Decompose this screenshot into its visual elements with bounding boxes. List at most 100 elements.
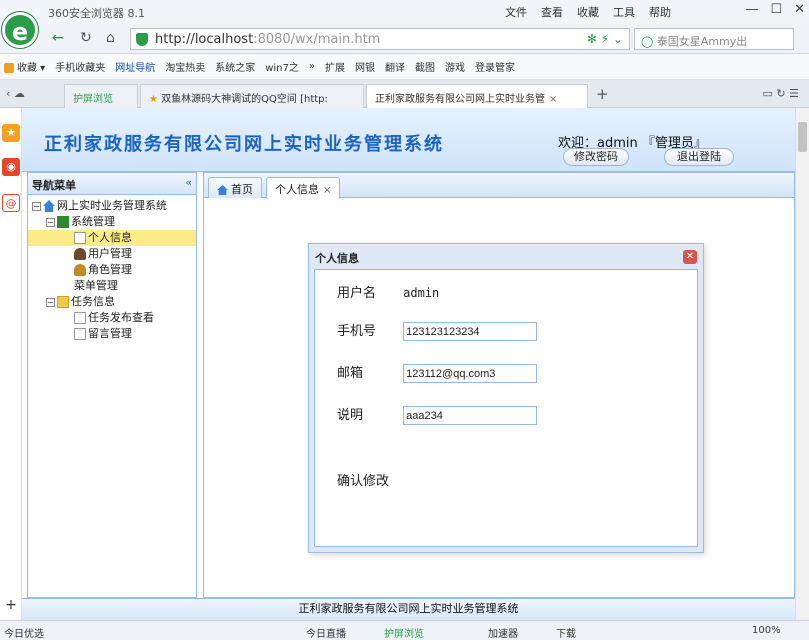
mail-icon[interactable]: @	[2, 194, 20, 212]
status-download[interactable]: 下载	[556, 625, 576, 640]
bookmarks-bar: 收藏 ▾ 手机收藏夹 网址导航 淘宝热卖 系统之家 win7之 » 扩展 网银 …	[0, 54, 809, 80]
phone-row: 手机号	[337, 320, 538, 341]
tree-item-users[interactable]: 用户管理	[28, 246, 196, 262]
system-title: 正利家政服务有限公司网上实时业务管理系统	[44, 134, 444, 155]
content-panel: 首页 个人信息× 个人信息 ✕ 用户名 admin 手机号 邮箱	[203, 172, 795, 598]
bookmark-screenshot[interactable]: 截图	[415, 59, 435, 74]
favorites-star-icon[interactable]: ★	[2, 124, 20, 142]
tab-home[interactable]: 首页	[208, 177, 262, 198]
tree-group-tasks[interactable]: − 任务信息	[28, 294, 196, 310]
menu-file[interactable]: 文件	[505, 4, 527, 20]
nav-panel-header: 导航菜单 «	[28, 173, 196, 195]
search-icon: ◯	[641, 35, 654, 48]
vertical-scrollbar[interactable]	[795, 108, 809, 620]
chevron-more-icon[interactable]: »	[309, 61, 315, 72]
close-icon[interactable]: ✕	[683, 250, 697, 264]
tree-toggle-icon[interactable]: −	[46, 217, 55, 227]
new-tab-icon[interactable]: +	[596, 85, 609, 103]
url-path: :8080/wx/main.htm	[253, 32, 381, 47]
email-label: 邮箱	[337, 366, 364, 381]
browser-tab-qq[interactable]: ★ 双鱼林源码大神调试的QQ空间 [http:	[140, 84, 364, 108]
file-icon	[74, 312, 86, 324]
menu-view[interactable]: 查看	[541, 4, 563, 20]
email-row: 邮箱	[337, 362, 538, 383]
dialog-title: 个人信息	[315, 252, 359, 265]
bookmark-bank[interactable]: 网银	[355, 59, 375, 74]
star-icon: ★	[149, 94, 158, 105]
profile-dialog: 个人信息 ✕ 用户名 admin 手机号 邮箱 说明	[308, 243, 704, 553]
bookmark-mobile[interactable]: 手机收藏夹	[55, 59, 105, 74]
status-today-picks[interactable]: 今日优选	[4, 625, 44, 640]
url-field[interactable]: http://localhost:8080/wx/main.htm ✻ ⚡ ⌄	[130, 28, 630, 50]
browser-logo-icon: e	[2, 12, 38, 48]
tree-group-system[interactable]: − 系统管理	[28, 214, 196, 230]
weibo-icon[interactable]: ◉	[2, 158, 20, 176]
change-password-button[interactable]: 修改密码	[563, 148, 629, 166]
username-value: admin	[403, 286, 440, 300]
back-icon[interactable]: ←	[52, 30, 64, 46]
close-tab-icon[interactable]: ×	[549, 94, 557, 105]
bookmark-favorites[interactable]: 收藏 ▾	[4, 59, 45, 74]
collapse-icon[interactable]: «	[185, 176, 192, 189]
address-bar: ← ↻ ⌂ http://localhost:8080/wx/main.htm …	[0, 24, 809, 54]
bookmark-taobao[interactable]: 淘宝热卖	[165, 59, 205, 74]
tab-profile[interactable]: 个人信息 ×	[266, 177, 341, 199]
bookmark-games[interactable]: 游戏	[445, 59, 465, 74]
page-footer: 正利家政服务有限公司网上实时业务管理系统	[22, 598, 795, 620]
tab-scroll-left-icon[interactable]: ‹ ☁	[6, 87, 25, 100]
status-eyecare[interactable]: 护屏浏览	[384, 625, 424, 640]
tree-toggle-icon[interactable]: −	[32, 201, 41, 211]
menu-favorites[interactable]: 收藏	[577, 4, 599, 20]
search-text: 泰国女星Ammy出	[656, 35, 748, 48]
search-field[interactable]: ◯ 泰国女星Ammy出	[634, 28, 794, 50]
note-label: 说明	[337, 408, 364, 423]
home-icon[interactable]: ⌂	[106, 30, 115, 46]
refresh-icon[interactable]: ↻	[80, 30, 92, 46]
bookmark-extensions[interactable]: 扩展	[325, 59, 345, 74]
minimize-icon[interactable]: —	[745, 2, 758, 17]
bookmark-translate[interactable]: 翻译	[385, 59, 405, 74]
close-tab-icon[interactable]: ×	[323, 185, 331, 196]
tree-root[interactable]: − 网上实时业务管理系统	[28, 198, 196, 214]
tree-item-profile[interactable]: 个人信息	[28, 230, 196, 246]
browser-tab-main[interactable]: 正利家政服务有限公司网上实时业务管 ×	[366, 84, 588, 108]
url-action-icons[interactable]: ✻ ⚡ ⌄	[587, 32, 623, 46]
tree-toggle-icon[interactable]: −	[46, 297, 55, 307]
tree-item-task-view[interactable]: 任务发布查看	[28, 310, 196, 326]
user-icon	[74, 248, 86, 260]
nav-title: 导航菜单	[32, 179, 76, 192]
menu-help[interactable]: 帮助	[649, 4, 671, 20]
menu-tools[interactable]: 工具	[613, 4, 635, 20]
maximize-icon[interactable]: ☐	[770, 2, 782, 17]
url-host: http://localhost	[155, 32, 254, 47]
note-input[interactable]	[403, 406, 538, 425]
role-icon	[74, 264, 86, 276]
tree-item-roles[interactable]: 角色管理	[28, 262, 196, 278]
dialog-body: 用户名 admin 手机号 邮箱 说明 确认修改	[314, 269, 698, 547]
phone-input[interactable]	[403, 322, 538, 341]
bookmark-login[interactable]: 登录管家	[475, 59, 515, 74]
browser-tab-strip: ‹ ☁ 护屏浏览 ★ 双鱼林源码大神调试的QQ空间 [http: 正利家政服务有…	[0, 80, 809, 108]
browser-tab-eyecare[interactable]: 护屏浏览	[64, 84, 138, 108]
status-accelerator[interactable]: 加速器	[488, 625, 518, 640]
file-icon	[74, 232, 86, 244]
logout-button[interactable]: 退出登陆	[664, 148, 734, 166]
zoom-level[interactable]: 100%	[752, 625, 781, 636]
close-window-icon[interactable]: ✕	[794, 2, 805, 17]
email-input[interactable]	[403, 364, 538, 383]
browser-title-bar: 360安全浏览器 8.1 文件 查看 收藏 工具 帮助 — ☐ ✕	[0, 0, 809, 24]
confirm-button[interactable]: 确认修改	[337, 470, 389, 489]
home-icon	[43, 200, 55, 212]
tab-tools-icon[interactable]: ▭ ↻ ☰	[763, 87, 799, 100]
bookmark-xitong[interactable]: 系统之家	[215, 59, 255, 74]
scrollbar-thumb[interactable]	[798, 122, 807, 152]
bookmark-win7[interactable]: win7之	[265, 59, 299, 74]
tree-item-messages[interactable]: 留言管理	[28, 326, 196, 342]
home-icon	[217, 185, 228, 195]
tree-item-menus[interactable]: 菜单管理	[28, 278, 545, 294]
content-tabs: 首页 个人信息 ×	[204, 173, 794, 199]
status-live[interactable]: 今日直播	[306, 625, 346, 640]
dock-add-icon[interactable]: +	[2, 596, 20, 614]
bookmark-nav[interactable]: 网址导航	[115, 59, 155, 74]
system-icon	[57, 216, 69, 228]
